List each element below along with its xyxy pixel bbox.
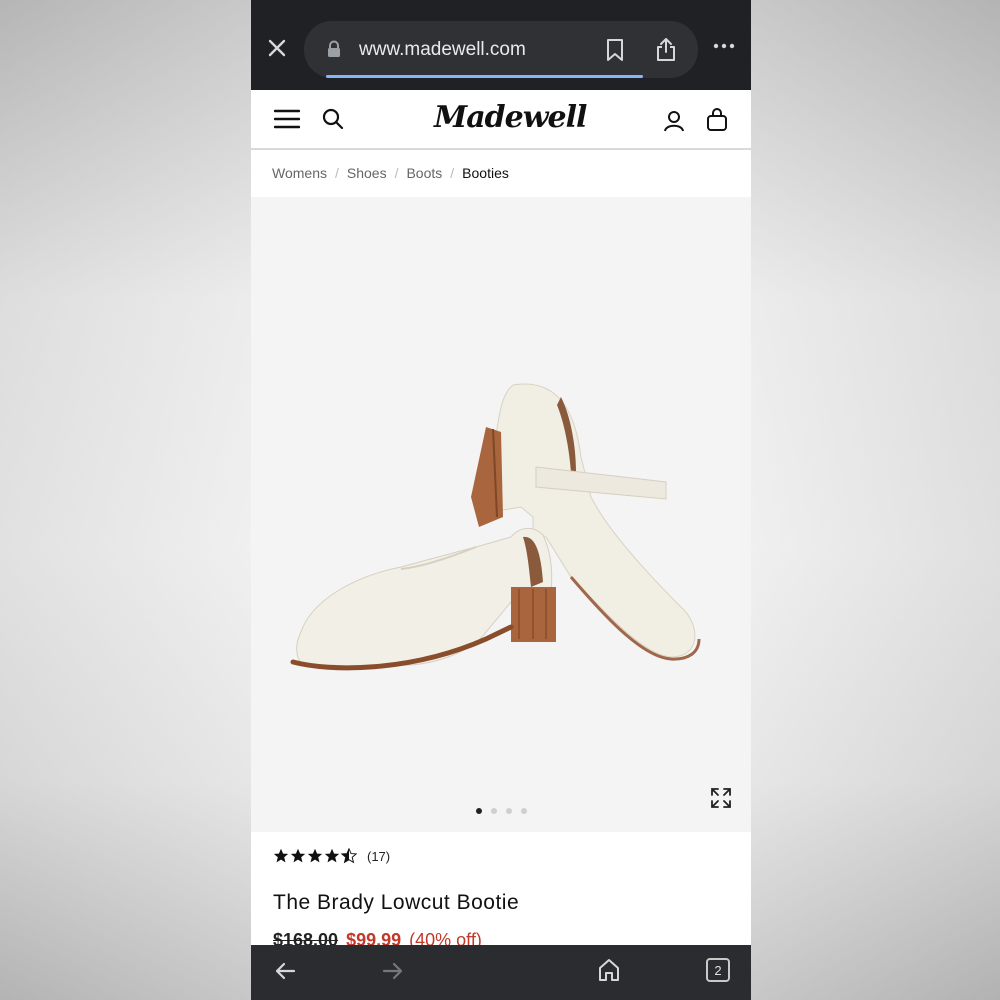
discount-label: (40% off)	[409, 930, 482, 946]
breadcrumb-womens[interactable]: Womens	[272, 165, 327, 181]
home-icon[interactable]	[597, 957, 621, 983]
browser-top-bar: www.madewell.com	[251, 0, 751, 90]
breadcrumb-booties[interactable]: Booties	[462, 165, 509, 181]
lock-icon	[328, 40, 340, 57]
site-logo[interactable]: Madewell	[434, 100, 587, 140]
bookmark-icon[interactable]	[604, 38, 626, 62]
left-background	[0, 0, 251, 1000]
breadcrumb-separator: /	[394, 165, 399, 181]
product-image	[290, 383, 701, 671]
share-icon[interactable]	[654, 36, 678, 62]
gallery-dot[interactable]	[505, 808, 512, 814]
product-image-gallery[interactable]	[251, 197, 751, 832]
address-bar[interactable]: www.madewell.com	[304, 21, 698, 78]
menu-icon[interactable]	[274, 107, 300, 131]
browser-bottom-bar: 2	[251, 945, 751, 1000]
back-arrow-icon[interactable]	[273, 959, 297, 983]
half-star-icon	[341, 848, 357, 864]
product-rating[interactable]: (17)	[273, 848, 390, 864]
close-icon[interactable]	[263, 34, 291, 62]
star-icon	[273, 848, 289, 863]
url-text: www.madewell.com	[359, 39, 526, 60]
gallery-pagination	[251, 808, 751, 816]
search-icon[interactable]	[321, 107, 345, 131]
gallery-dot[interactable]	[490, 808, 497, 814]
more-icon[interactable]	[712, 40, 736, 52]
site-header: Madewell	[251, 90, 751, 150]
star-icon	[324, 848, 340, 863]
tab-switcher-button[interactable]: 2	[706, 958, 730, 982]
account-icon[interactable]	[663, 110, 685, 132]
page-load-progress	[326, 75, 643, 78]
price-row: $168.00 $99.99 (40% off)	[273, 930, 482, 946]
rating-stars	[273, 848, 357, 864]
breadcrumb-separator: /	[450, 165, 455, 181]
review-count[interactable]: (17)	[367, 849, 390, 864]
right-background	[751, 0, 1000, 1000]
gallery-dot[interactable]	[475, 808, 482, 814]
bag-icon[interactable]	[706, 108, 728, 132]
expand-icon[interactable]	[710, 787, 732, 809]
forward-arrow-icon[interactable]	[381, 959, 405, 983]
breadcrumb-shoes[interactable]: Shoes	[347, 165, 387, 181]
sale-price: $99.99	[346, 930, 402, 946]
breadcrumb-boots[interactable]: Boots	[406, 165, 442, 181]
star-icon	[307, 848, 323, 863]
breadcrumb: Womens / Shoes / Boots / Booties	[272, 162, 509, 184]
breadcrumb-separator: /	[334, 165, 339, 181]
original-price: $168.00	[273, 930, 339, 946]
phone-screen: www.madewell.com Madewell Womens / Shoes…	[251, 0, 751, 1000]
star-icon	[290, 848, 306, 863]
product-title: The Brady Lowcut Bootie	[273, 891, 520, 914]
gallery-dot[interactable]	[520, 808, 527, 814]
